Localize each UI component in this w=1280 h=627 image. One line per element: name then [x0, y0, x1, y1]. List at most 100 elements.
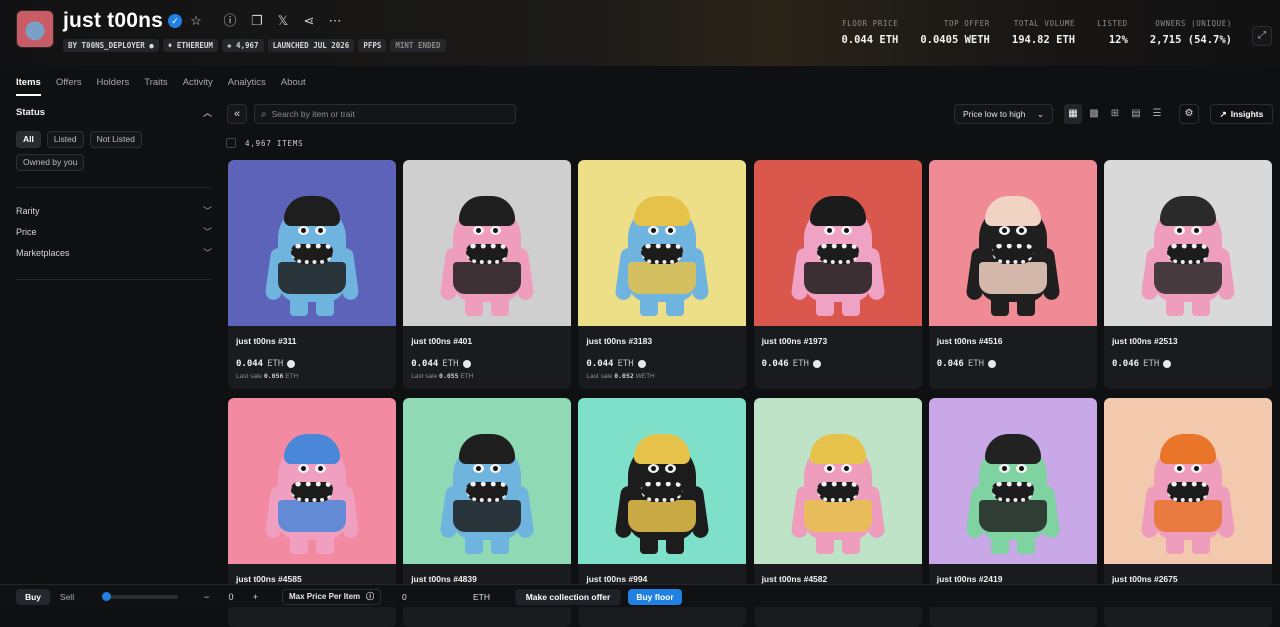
- nft-image[interactable]: [228, 398, 396, 564]
- toon-headwear: [634, 434, 691, 464]
- slider-handle[interactable]: [102, 592, 111, 601]
- nft-image[interactable]: [403, 160, 572, 326]
- nft-info: just t00ns #4582: [754, 564, 922, 584]
- make-collection-offer-button[interactable]: Make collection offer: [515, 589, 621, 605]
- toon-leg: [990, 294, 1009, 316]
- search-input[interactable]: [271, 109, 502, 119]
- toon-eye: [648, 226, 660, 235]
- toon-mouth: [991, 482, 1034, 502]
- select-all-checkbox[interactable]: [226, 138, 236, 148]
- collapse-sidebar-button[interactable]: «: [227, 104, 247, 124]
- status-not-listed[interactable]: Not Listed: [89, 131, 142, 148]
- expand-icon[interactable]: ⤢: [1252, 26, 1272, 46]
- buy-tab[interactable]: Buy: [16, 589, 50, 605]
- nft-card[interactable]: just t00ns #1973 0.046 ETH: [753, 160, 922, 389]
- insights-button[interactable]: ↗ Insights: [1210, 104, 1273, 124]
- quantity-stepper: − 0 +: [198, 589, 264, 605]
- toon-leg: [1016, 532, 1035, 554]
- toon-eye: [298, 464, 309, 473]
- grid-medium-view-icon[interactable]: ▩: [1085, 104, 1103, 124]
- search-box[interactable]: ⌕: [254, 104, 516, 124]
- toon-headwear: [459, 434, 516, 464]
- chain-badge: ♦ ETHEREUM: [162, 39, 218, 52]
- more-icon[interactable]: ⋯: [327, 13, 343, 29]
- info-icon[interactable]: ⓘ: [366, 590, 374, 604]
- nft-card[interactable]: just t00ns #311 0.044 ETH Last sale 0.05…: [228, 160, 396, 389]
- toon-leg: [815, 294, 834, 316]
- collection-header: just t00ns ✓ ☆ ⓘ ❐ 𝕏 ⋖ ⋯ BY T00NS_DEPLOY…: [0, 0, 1280, 66]
- info-icon[interactable]: ⓘ: [222, 13, 238, 29]
- grid-small-view-icon[interactable]: ⊞: [1106, 104, 1124, 124]
- minus-icon[interactable]: −: [204, 592, 209, 602]
- list-view-icon[interactable]: ▤: [1127, 104, 1145, 124]
- nft-image[interactable]: [403, 398, 572, 564]
- buy-floor-button[interactable]: Buy floor: [628, 589, 682, 605]
- nft-info: just t00ns #4585: [228, 564, 396, 584]
- nft-info: just t00ns #3183 0.044 ETH Last sale 0.0…: [578, 326, 746, 380]
- nft-card[interactable]: just t00ns #2513 0.046 ETH: [1103, 160, 1272, 389]
- status-all[interactable]: All: [16, 131, 41, 148]
- status-filter-header[interactable]: Status ︿: [16, 104, 212, 120]
- star-icon[interactable]: ☆: [188, 13, 204, 29]
- gear-icon[interactable]: ⚙: [1179, 104, 1199, 124]
- toon-leg: [666, 532, 685, 554]
- collection-tabs: Items Offers Holders Traits Activity Ana…: [16, 77, 306, 96]
- collection-badges: BY T00NS_DEPLOYER ● ♦ ETHEREUM ◈ 4,967 L…: [63, 39, 446, 52]
- tab-activity[interactable]: Activity: [183, 77, 213, 96]
- nft-image[interactable]: [578, 398, 747, 564]
- max-price-label: Max Price Per Item ⓘ: [282, 589, 382, 605]
- ethereum-icon: ♦: [167, 41, 173, 50]
- tab-items[interactable]: Items: [16, 77, 41, 96]
- toon-eye: [473, 464, 485, 473]
- nft-image[interactable]: [578, 160, 747, 326]
- nft-image[interactable]: [1103, 160, 1272, 326]
- plus-icon[interactable]: +: [253, 592, 258, 602]
- items-grid: just t00ns #311 0.044 ETH Last sale 0.05…: [228, 160, 1272, 627]
- tab-analytics[interactable]: Analytics: [228, 77, 266, 96]
- status-owned-by-you[interactable]: Owned by you: [16, 154, 85, 171]
- nft-image[interactable]: [1103, 398, 1272, 564]
- toon-figure: [264, 182, 360, 322]
- quantity-slider[interactable]: [102, 592, 178, 601]
- verified-small-icon: ●: [149, 41, 154, 50]
- nft-card[interactable]: just t00ns #4516 0.046 ETH: [928, 160, 1097, 389]
- item-name: just t00ns #2419: [936, 574, 1003, 584]
- last-sale: Last sale 0.055 ETH: [411, 372, 474, 380]
- nft-image[interactable]: [928, 398, 1097, 564]
- toon-outfit: [628, 500, 697, 532]
- nft-card[interactable]: just t00ns #3183 0.044 ETH Last sale 0.0…: [578, 160, 747, 389]
- item-name: just t00ns #4582: [761, 574, 828, 584]
- last-sale: Last sale 0.052 WETH: [586, 372, 655, 380]
- toon-figure: [965, 182, 1061, 322]
- stat-top-offer: TOP OFFER 0.0405 WETH: [920, 19, 990, 46]
- nft-image[interactable]: [753, 160, 922, 326]
- quantity-value[interactable]: 0: [228, 592, 233, 602]
- status-listed[interactable]: Listed: [46, 131, 84, 148]
- max-price-field[interactable]: 0 ETH: [396, 589, 496, 605]
- tab-about[interactable]: About: [281, 77, 306, 96]
- nft-card[interactable]: just t00ns #401 0.044 ETH Last sale 0.05…: [403, 160, 572, 389]
- nft-image[interactable]: [753, 398, 922, 564]
- nft-image[interactable]: [928, 160, 1097, 326]
- nft-image[interactable]: [228, 160, 396, 326]
- sort-dropdown[interactable]: Price low to high ⌄: [954, 104, 1053, 124]
- copy-icon[interactable]: ❐: [249, 13, 265, 29]
- status-options: All Listed Not Listed Owned by you: [16, 131, 212, 171]
- grid-large-view-icon[interactable]: ▦: [1064, 104, 1082, 124]
- share-icon[interactable]: ⋖: [301, 13, 317, 29]
- search-icon: ⌕: [261, 108, 267, 120]
- toon-mouth: [466, 244, 509, 264]
- creator-badge[interactable]: BY T00NS_DEPLOYER ●: [63, 39, 159, 52]
- x-twitter-icon[interactable]: 𝕏: [275, 13, 291, 29]
- filter-price[interactable]: Price ﹀: [16, 221, 212, 242]
- tab-traits[interactable]: Traits: [144, 77, 167, 96]
- toon-figure: [1140, 182, 1236, 322]
- table-view-icon[interactable]: ☰: [1148, 104, 1166, 124]
- item-name: just t00ns #4516: [936, 336, 1003, 346]
- tab-offers[interactable]: Offers: [56, 77, 82, 96]
- filter-marketplaces[interactable]: Marketplaces ﹀: [16, 242, 212, 263]
- filter-rarity[interactable]: Rarity ﹀: [16, 200, 212, 221]
- tab-holders[interactable]: Holders: [97, 77, 130, 96]
- sell-tab[interactable]: Sell: [52, 589, 82, 605]
- toon-eye: [315, 226, 326, 235]
